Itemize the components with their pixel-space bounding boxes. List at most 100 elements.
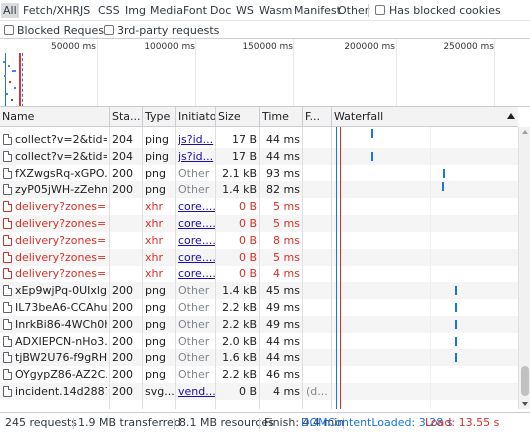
request-type: ping bbox=[145, 133, 169, 146]
file-icon bbox=[3, 318, 12, 330]
request-time: 44 ms bbox=[266, 149, 300, 163]
overview-request-mark bbox=[11, 99, 13, 101]
request-status: 200 bbox=[112, 166, 133, 180]
request-initiator[interactable]: vend... bbox=[178, 383, 216, 400]
waterfall-gridline bbox=[430, 127, 431, 409]
filter-all[interactable]: All bbox=[1, 3, 19, 18]
filter-js[interactable]: JS bbox=[80, 3, 90, 18]
file-icon bbox=[3, 369, 12, 381]
request-initiator: Other bbox=[178, 284, 210, 298]
file-icon bbox=[3, 134, 12, 145]
request-type: png bbox=[145, 368, 166, 382]
has-blocked-cookies-checkbox[interactable] bbox=[375, 5, 385, 15]
waterfall-bar bbox=[442, 182, 444, 192]
waterfall-header-label: Waterfall bbox=[334, 110, 384, 123]
request-status bbox=[112, 232, 142, 249]
request-initiator[interactable]: core.... bbox=[178, 198, 216, 215]
overview-gridline bbox=[97, 39, 98, 106]
request-initiator: Other bbox=[178, 317, 210, 331]
request-fulfilled-by bbox=[306, 282, 330, 299]
scroll-down-icon[interactable] bbox=[522, 402, 528, 406]
request-fulfilled-by bbox=[306, 299, 330, 316]
request-type: xhr bbox=[145, 233, 164, 247]
waterfall-bar bbox=[455, 336, 457, 346]
request-fulfilled-by bbox=[306, 148, 330, 165]
filter-font[interactable]: Font bbox=[183, 3, 207, 18]
file-icon bbox=[3, 167, 12, 179]
request-status: 200 bbox=[112, 284, 133, 298]
request-time: 4 ms bbox=[273, 267, 300, 281]
request-initiator[interactable]: core.... bbox=[178, 265, 216, 282]
request-name: tjBW2U76-f9gRH... bbox=[15, 351, 107, 365]
scroll-up-icon[interactable] bbox=[522, 130, 528, 134]
filter-manifest[interactable]: Manifest bbox=[294, 3, 341, 18]
request-fulfilled-by bbox=[306, 349, 330, 366]
file-icon bbox=[3, 184, 12, 196]
third-party-label: 3rd-party requests bbox=[117, 24, 220, 37]
request-time: 82 ms bbox=[266, 183, 300, 197]
file-icon bbox=[3, 268, 12, 280]
filter-toolbar: All Fetch/XHR JS CSS Img Media Font Doc … bbox=[0, 0, 530, 21]
overview-request-mark bbox=[3, 61, 5, 63]
filter-media[interactable]: Media bbox=[150, 3, 183, 18]
filter-wasm[interactable]: Wasm bbox=[259, 3, 292, 18]
request-initiator[interactable]: js?id... bbox=[178, 131, 216, 148]
request-name: delivery?zones=11... bbox=[15, 267, 107, 281]
column-header-status[interactable]: Sta... bbox=[109, 107, 143, 127]
filter-fetch-xhr[interactable]: Fetch/XHR bbox=[23, 3, 80, 18]
column-divider bbox=[142, 127, 143, 409]
request-status: 204 bbox=[112, 149, 133, 163]
scrollbar-thumb[interactable] bbox=[521, 366, 529, 396]
filter-img[interactable]: Img bbox=[125, 3, 146, 18]
column-header-waterfall[interactable]: Waterfall bbox=[331, 107, 518, 127]
filter-css[interactable]: CSS bbox=[98, 3, 120, 18]
request-initiator: Other bbox=[178, 301, 210, 314]
file-icon bbox=[3, 218, 12, 229]
blocked-requests-checkbox[interactable] bbox=[4, 25, 14, 35]
request-status bbox=[112, 198, 142, 215]
request-initiator[interactable]: js?id... bbox=[178, 148, 216, 165]
waterfall-bar bbox=[455, 286, 457, 296]
request-initiator[interactable]: core.... bbox=[178, 215, 216, 232]
column-divider bbox=[215, 127, 216, 409]
filter-doc[interactable]: Doc bbox=[210, 3, 231, 18]
column-header-name[interactable]: Name bbox=[0, 107, 110, 127]
request-fulfilled-by: (d... bbox=[306, 385, 328, 398]
request-initiator[interactable]: core.... bbox=[178, 249, 216, 266]
overview-tick-label: 150000 ms bbox=[242, 42, 293, 52]
column-header-size[interactable]: Size bbox=[215, 107, 260, 127]
request-name: delivery?zones=11... bbox=[15, 200, 107, 214]
request-fulfilled-by bbox=[306, 366, 330, 383]
request-initiator: Other bbox=[178, 166, 210, 180]
request-size: 1.6 kB bbox=[222, 351, 257, 365]
request-initiator: Other bbox=[178, 334, 210, 348]
request-status: 200 bbox=[112, 351, 133, 365]
filter-ws[interactable]: WS bbox=[236, 3, 254, 18]
third-party-checkbox[interactable] bbox=[104, 25, 114, 35]
request-status: 200 bbox=[112, 334, 133, 348]
column-header-type[interactable]: Type bbox=[142, 107, 175, 127]
table-scrollbar[interactable] bbox=[518, 127, 530, 409]
request-fulfilled-by bbox=[306, 198, 330, 215]
column-header-f[interactable]: F... bbox=[302, 107, 332, 127]
column-divider bbox=[331, 127, 332, 409]
request-time: 44 ms bbox=[266, 133, 300, 146]
overview-request-mark bbox=[12, 70, 16, 72]
request-fulfilled-by bbox=[306, 165, 330, 182]
request-size: 17 B bbox=[231, 133, 257, 146]
column-header-time[interactable]: Time bbox=[259, 107, 303, 127]
waterfall-bar bbox=[371, 129, 373, 138]
request-status bbox=[112, 215, 142, 232]
overview-timeline[interactable]: 50000 ms 100000 ms 150000 ms 200000 ms 2… bbox=[0, 39, 530, 107]
request-fulfilled-by bbox=[306, 265, 330, 282]
request-status bbox=[112, 249, 142, 266]
column-header-initiator[interactable]: Initiator bbox=[175, 107, 216, 127]
column-divider bbox=[259, 127, 260, 409]
filter-other[interactable]: Other bbox=[338, 3, 369, 18]
request-status: 200 bbox=[112, 385, 133, 398]
request-initiator[interactable]: core.... bbox=[178, 232, 216, 249]
request-name: fXZwgsRq-xGPO... bbox=[15, 166, 107, 180]
request-fulfilled-by bbox=[306, 131, 330, 148]
waterfall-load-line bbox=[340, 127, 341, 409]
request-size: 0 B bbox=[238, 385, 257, 398]
